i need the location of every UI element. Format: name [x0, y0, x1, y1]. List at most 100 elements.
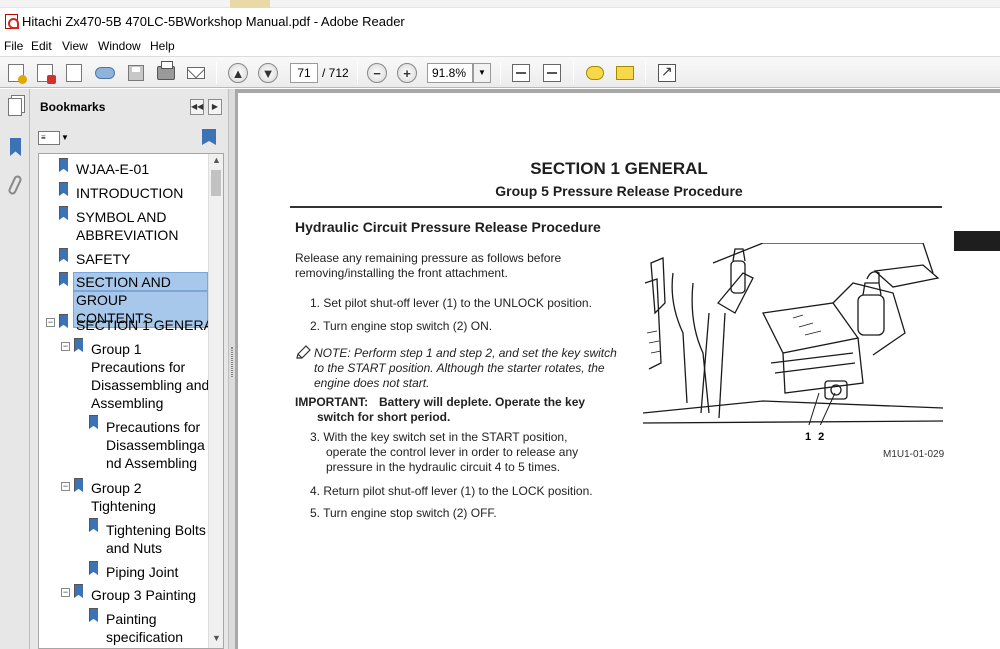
- splitter-grip[interactable]: [231, 347, 233, 377]
- bookmark-introduction[interactable]: INTRODUCTION: [74, 184, 185, 202]
- scroll-down-arrow[interactable]: ▼: [209, 633, 223, 647]
- zoom-out-button[interactable]: −: [365, 61, 389, 85]
- scroll-up-arrow[interactable]: ▲: [209, 155, 223, 169]
- print-button[interactable]: [154, 61, 178, 85]
- create-pdf-icon: [8, 64, 27, 84]
- zoom-dropdown[interactable]: ▼: [473, 63, 491, 83]
- next-page-icon: ▼: [258, 63, 278, 83]
- important-line-1: Battery will deplete. Operate the key: [379, 395, 586, 409]
- bookmark-icon: [74, 338, 83, 352]
- bookmark-tree[interactable]: WJAA-E-01 INTRODUCTION SYMBOL AND ABBREV…: [38, 153, 224, 649]
- panel-splitter[interactable]: [228, 89, 235, 649]
- collapse-toggle[interactable]: −: [46, 318, 55, 327]
- step-3-line-3: pressure in the hydraulic circuit 4 to 5…: [326, 460, 561, 474]
- menu-edit[interactable]: Edit: [29, 39, 54, 53]
- print-icon: [157, 61, 175, 80]
- bookmark-section-1-general[interactable]: SECTION 1 GENERAL: [74, 316, 223, 334]
- toolbar-separator: [216, 62, 217, 84]
- zoom-in-button[interactable]: +: [395, 61, 419, 85]
- comment-button[interactable]: [583, 61, 607, 85]
- bookmark-group-2-tightening[interactable]: Group 2 Tightening: [89, 479, 158, 515]
- background-tab[interactable]: [230, 0, 270, 8]
- bookmark-options-button[interactable]: ≡: [38, 131, 60, 145]
- bookmarks-rail-button[interactable]: [4, 135, 26, 159]
- adobe-reader-icon: [5, 14, 19, 29]
- bookmark-tightening-bolts-and-nuts[interactable]: Tightening Bolts and Nuts: [104, 521, 208, 557]
- fit-page-button[interactable]: [509, 61, 533, 85]
- bookmarks-header: Bookmarks ◀◀ ▶: [30, 89, 228, 125]
- toolbar-separator: [573, 62, 574, 84]
- bookmark-symbol-and-abbreviation[interactable]: SYMBOL AND ABBREVIATION: [74, 208, 180, 244]
- menu-help[interactable]: Help: [148, 39, 177, 53]
- bookmark-icon: [59, 158, 68, 172]
- next-page-button[interactable]: ▼: [256, 61, 280, 85]
- attachments-button[interactable]: [4, 173, 26, 197]
- collapse-toggle[interactable]: −: [61, 342, 70, 351]
- highlight-icon: [616, 66, 634, 80]
- bookmark-safety[interactable]: SAFETY: [74, 250, 132, 268]
- scroll-thumb[interactable]: [211, 170, 221, 196]
- bookmark-icon: [59, 182, 68, 196]
- cloud-button[interactable]: [93, 61, 117, 85]
- bookmark-painting-specification[interactable]: Painting specification: [104, 610, 185, 646]
- create-pdf-button[interactable]: [4, 61, 28, 85]
- prev-page-button[interactable]: ▲: [226, 61, 250, 85]
- note-pencil-icon: [296, 345, 311, 359]
- menu-view[interactable]: View: [60, 39, 90, 53]
- email-button[interactable]: [184, 61, 208, 85]
- heading-rule: [290, 206, 942, 208]
- bookmark-icon: [59, 248, 68, 262]
- convert-icon: [37, 64, 56, 84]
- list-icon: ≡: [41, 133, 46, 142]
- edit-icon: [66, 64, 82, 82]
- bookmark-wjaa-e-01[interactable]: WJAA-E-01: [74, 160, 151, 178]
- menu-window[interactable]: Window: [96, 39, 143, 53]
- email-icon: [187, 67, 205, 79]
- zoom-input[interactable]: 91.8%: [427, 63, 473, 83]
- bookmark-icon: [89, 518, 98, 532]
- bookmark-precautions-for-disassembling[interactable]: Precautions for Disassemblinga nd Assemb…: [104, 418, 207, 472]
- expand-panel-button[interactable]: ▶: [208, 99, 222, 115]
- expand-button[interactable]: [655, 61, 679, 85]
- collapse-toggle[interactable]: −: [61, 482, 70, 491]
- save-icon: [128, 65, 144, 81]
- step-4: 4. Return pilot shut-off lever (1) to th…: [310, 484, 593, 498]
- chevron-down-icon[interactable]: ▼: [61, 133, 69, 142]
- bookmark-group-1[interactable]: Group 1 Precautions for Disassembling an…: [89, 340, 211, 412]
- bookmarks-panel: Bookmarks ◀◀ ▶ ≡ ▼ WJAA-E-01 INTRODUCTIO…: [30, 89, 228, 649]
- pdf-page: SECTION 1 GENERAL Group 5 Pressure Relea…: [238, 93, 1000, 649]
- note-line-2: to the START position. Although the star…: [314, 361, 605, 375]
- highlight-button[interactable]: [613, 61, 637, 85]
- step-3-line-1: 3. With the key switch set in the START …: [310, 430, 568, 444]
- convert-button[interactable]: [33, 61, 57, 85]
- find-bookmark-button[interactable]: [202, 129, 216, 145]
- figure-callouts: 1 2: [805, 431, 827, 443]
- document-view[interactable]: SECTION 1 GENERAL Group 5 Pressure Relea…: [235, 89, 1000, 649]
- page-number-input[interactable]: 71: [290, 63, 318, 83]
- toolbar-separator: [357, 62, 358, 84]
- bookmark-icon: [59, 272, 68, 286]
- collapse-toggle[interactable]: −: [61, 588, 70, 597]
- comment-icon: [586, 66, 604, 80]
- bookmark-icon: [59, 314, 68, 328]
- figure-code: M1U1-01-029: [883, 449, 945, 460]
- bookmark-scrollbar[interactable]: ▲ ▼: [208, 154, 223, 648]
- paperclip-icon: [7, 174, 23, 196]
- step-1: 1. Set pilot shut-off lever (1) to the U…: [310, 296, 592, 310]
- pages-icon: [8, 98, 22, 116]
- note-line-1: NOTE: Perform step 1 and step 2, and set…: [314, 346, 617, 360]
- cloud-icon: [95, 67, 115, 79]
- menu-file[interactable]: File: [2, 39, 25, 53]
- bookmarks-title: Bookmarks: [40, 100, 106, 114]
- save-button[interactable]: [124, 61, 148, 85]
- fit-width-button[interactable]: [540, 61, 564, 85]
- fit-width-icon: [543, 64, 561, 82]
- edit-button[interactable]: [62, 61, 86, 85]
- collapse-panel-button[interactable]: ◀◀: [190, 99, 204, 115]
- bookmark-group-3-painting[interactable]: Group 3 Painting: [89, 586, 198, 604]
- chevron-right-icon: ▶: [211, 102, 219, 111]
- bookmark-icon: [59, 206, 68, 220]
- page-thumbnails-button[interactable]: [4, 95, 26, 119]
- bookmarks-toolbar: ≡ ▼: [30, 125, 228, 153]
- bookmark-piping-joint[interactable]: Piping Joint: [104, 563, 180, 581]
